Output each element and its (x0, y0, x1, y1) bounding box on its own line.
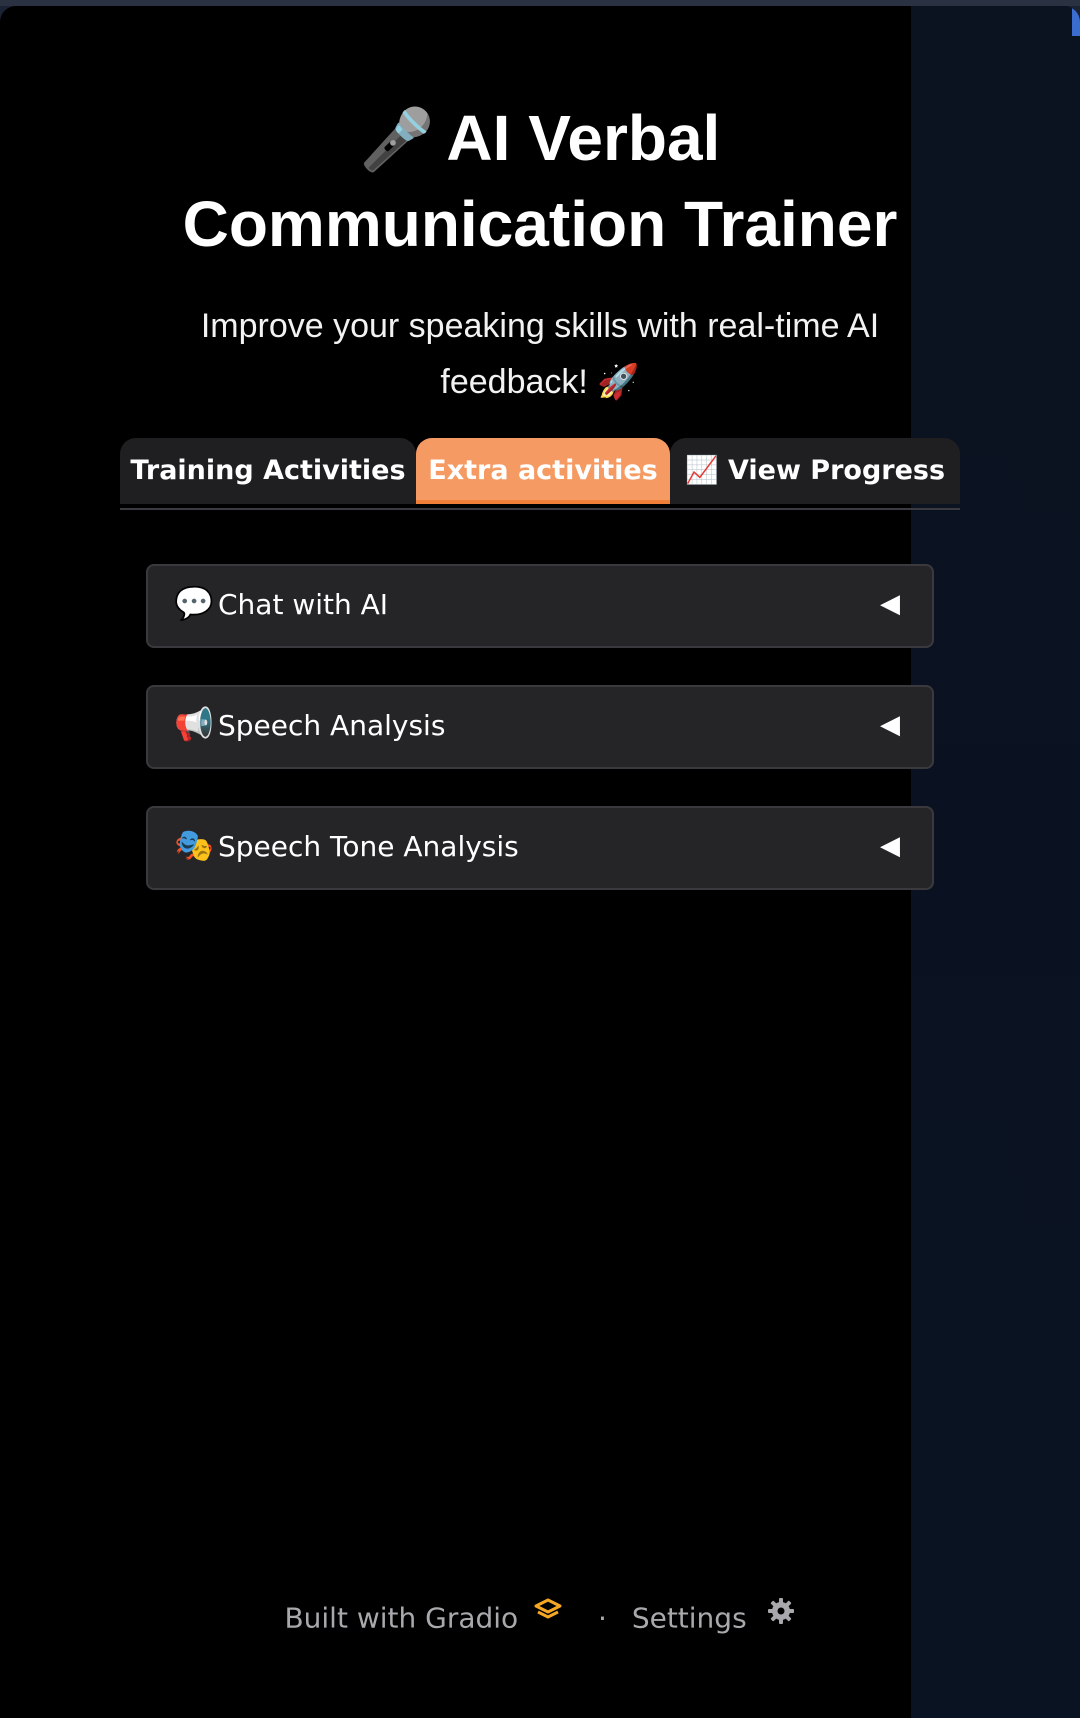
accordion-label: Speech Analysis (218, 709, 446, 742)
gradio-logo-icon (534, 1598, 562, 1619)
page-subtitle: Improve your speaking skills with real-t… (200, 307, 880, 401)
footer-separator: · (598, 1601, 607, 1635)
tab-training-activities[interactable]: Training Activities (120, 438, 416, 504)
accordion-chat-with-ai[interactable]: 💬 Chat with AI ◀ (146, 564, 934, 648)
settings-link[interactable]: Settings (632, 1602, 747, 1635)
speech-bubble-icon: 💬 (174, 585, 214, 621)
accordion-speech-analysis[interactable]: 📢 Speech Analysis ◀ (146, 685, 934, 769)
page-title-text: AI Verbal Communication Trainer (182, 102, 898, 260)
collapse-caret-icon[interactable]: ◀ (880, 709, 900, 740)
tab-bar: Training Activities Extra activities 📈 V… (120, 438, 960, 510)
accordion-label: Chat with AI (218, 588, 389, 621)
footer: Built with Gradio · Settings (0, 1596, 1080, 1635)
main-content: 🎤 AI Verbal Communication Trainer Improve… (0, 6, 1080, 1718)
app-frame: 🎤 AI Verbal Communication Trainer Improve… (0, 6, 1080, 1718)
built-with-gradio-link[interactable]: Built with Gradio (284, 1602, 518, 1635)
megaphone-icon: 📢 (174, 706, 214, 742)
tab-extra-activities[interactable]: Extra activities (416, 438, 670, 504)
collapse-caret-icon[interactable]: ◀ (880, 588, 900, 619)
theater-masks-icon: 🎭 (174, 827, 214, 863)
collapse-caret-icon[interactable]: ◀ (880, 830, 900, 861)
page-title: 🎤 AI Verbal Communication Trainer (110, 96, 970, 266)
microphone-icon: 🎤 (359, 106, 435, 173)
accordion-label: Speech Tone Analysis (218, 830, 519, 863)
accordion-speech-tone-analysis[interactable]: 🎭 Speech Tone Analysis ◀ (146, 806, 934, 890)
gear-icon[interactable] (766, 1596, 796, 1626)
tab-view-progress[interactable]: 📈 View Progress (670, 438, 960, 504)
